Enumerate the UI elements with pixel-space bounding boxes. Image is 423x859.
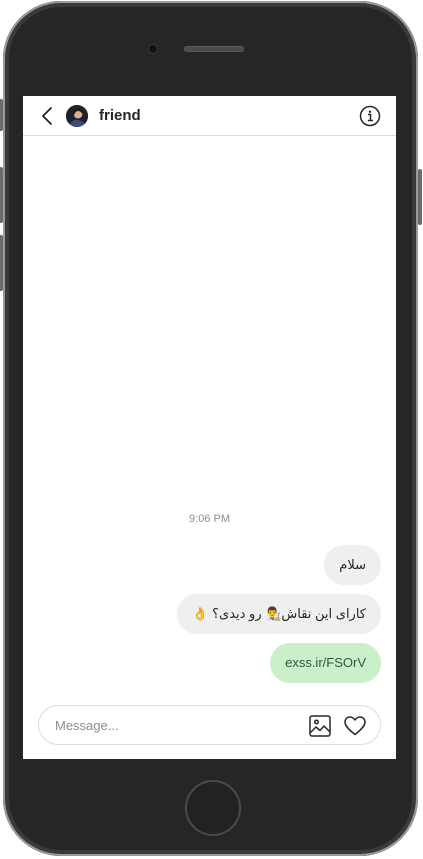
- link-message-bubble[interactable]: exss.ir/FSOrV: [270, 643, 381, 683]
- avatar-image: [66, 105, 88, 127]
- message-bubble[interactable]: کارای این نقاش👨‍🎨 رو دیدی؟ 👌: [177, 594, 381, 634]
- message-bubble[interactable]: سلام: [324, 545, 381, 585]
- front-camera: [149, 45, 157, 53]
- chat-header: friend: [23, 96, 396, 136]
- heart-icon[interactable]: [343, 714, 367, 738]
- image-icon[interactable]: [308, 714, 332, 738]
- message-timestamp: 9:06 PM: [189, 513, 230, 525]
- chat-screen: friend 9:06 PM سلام کارای این نقاش👨‍🎨 رو…: [23, 96, 396, 759]
- info-icon[interactable]: [359, 105, 381, 127]
- volume-down-button: [0, 235, 3, 291]
- power-button: [418, 169, 422, 225]
- message-composer: [38, 705, 381, 745]
- mute-switch: [0, 99, 3, 131]
- message-input[interactable]: [55, 715, 285, 735]
- home-button[interactable]: [185, 780, 241, 836]
- contact-name[interactable]: friend: [99, 107, 141, 125]
- chevron-left-icon[interactable]: [38, 106, 58, 126]
- volume-up-button: [0, 167, 3, 223]
- avatar[interactable]: [66, 105, 88, 127]
- earpiece-speaker: [184, 46, 244, 52]
